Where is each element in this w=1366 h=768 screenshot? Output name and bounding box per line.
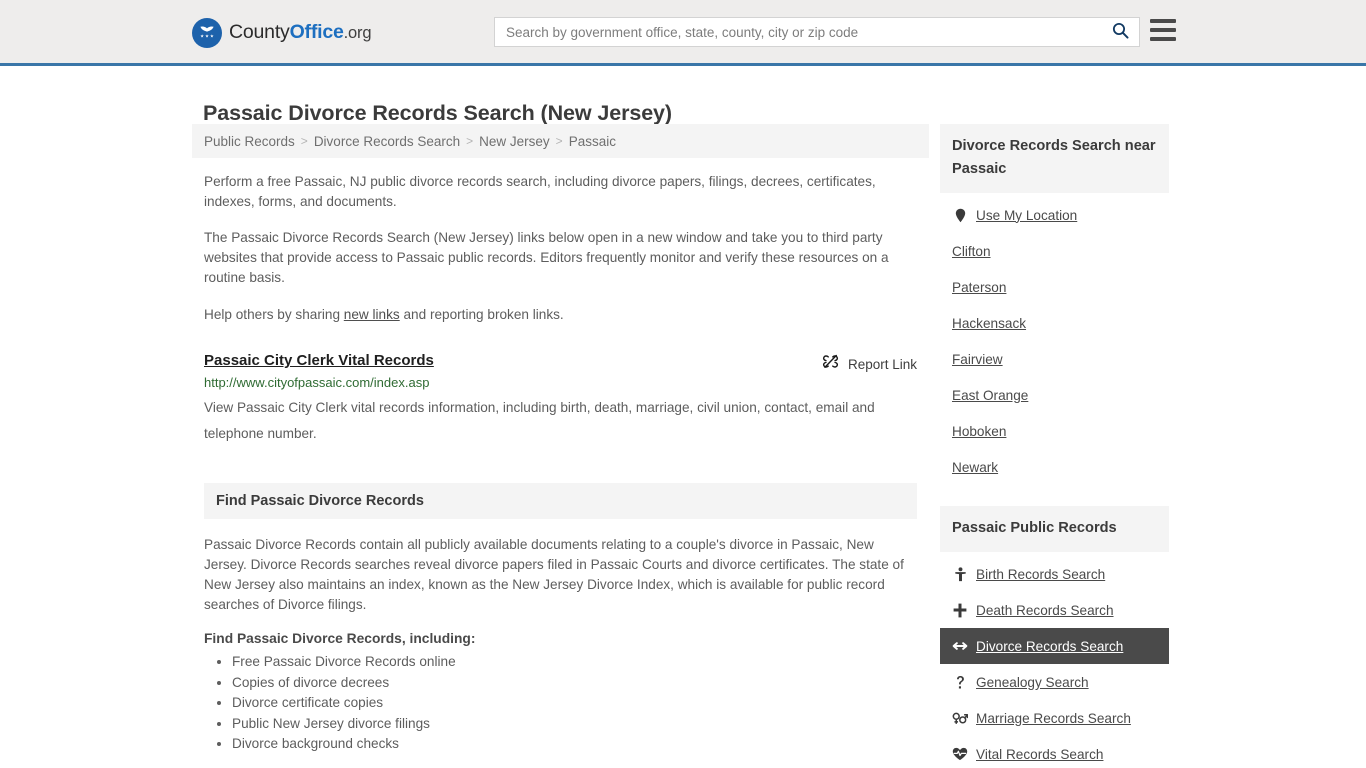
find-records-heading: Find Passaic Divorce Records xyxy=(204,483,917,519)
sidebar-item-use-my-location[interactable]: Use My Location xyxy=(940,197,1169,233)
sidebar-item-label: Marriage Records Search xyxy=(976,710,1131,726)
sidebar-item-newark[interactable]: Newark xyxy=(940,449,1169,485)
sidebar-public-records-list: Birth Records Search Death Records Searc… xyxy=(940,556,1169,768)
sidebar-nearby-heading: Divorce Records Search near Passaic xyxy=(940,124,1169,193)
gender-symbols-icon xyxy=(952,711,968,725)
sidebar: Divorce Records Search near Passaic Use … xyxy=(940,124,1169,768)
sidebar-item-label: Newark xyxy=(952,459,999,475)
search-bar[interactable] xyxy=(494,17,1140,47)
sidebar-item-hackensack[interactable]: Hackensack xyxy=(940,305,1169,341)
hamburger-bar xyxy=(1150,28,1176,32)
find-records-paragraph: Passaic Divorce Records contain all publ… xyxy=(204,537,904,612)
breadcrumb-separator-icon: > xyxy=(466,134,474,148)
site-logo-text: CountyOffice.org xyxy=(229,21,372,44)
list-item: Divorce background checks xyxy=(232,734,917,755)
sidebar-item-divorce-records-search[interactable]: Divorce Records Search xyxy=(940,628,1169,664)
breadcrumb-item-passaic: Passaic xyxy=(568,133,616,149)
search-input[interactable] xyxy=(495,18,1101,46)
list-item: Free Passaic Divorce Records online xyxy=(232,652,917,673)
map-pin-icon xyxy=(952,208,968,223)
hamburger-menu-icon[interactable] xyxy=(1150,19,1176,41)
search-icon xyxy=(1111,21,1130,43)
breadcrumb: Public Records > Divorce Records Search … xyxy=(192,124,929,158)
intro-paragraph: Perform a free Passaic, NJ public divorc… xyxy=(204,174,876,209)
new-links-link[interactable]: new links xyxy=(344,307,400,322)
result-description: View Passaic City Clerk vital records in… xyxy=(204,400,875,441)
sidebar-item-east-orange[interactable]: East Orange xyxy=(940,377,1169,413)
sidebar-item-label: Vital Records Search xyxy=(976,746,1104,762)
sidebar-item-clifton[interactable]: Clifton xyxy=(940,233,1169,269)
broken-link-icon xyxy=(822,353,839,375)
sidebar-item-label: Paterson xyxy=(952,279,1007,295)
sidebar-item-vital-records-search[interactable]: Vital Records Search xyxy=(940,736,1169,768)
sidebar-item-label: Use My Location xyxy=(976,207,1078,223)
secondary-paragraph: The Passaic Divorce Records Search (New … xyxy=(204,230,889,285)
brand-part-office: Office xyxy=(289,21,344,44)
heart-pulse-icon xyxy=(952,747,968,761)
report-link-label: Report Link xyxy=(847,356,917,372)
breadcrumb-item-divorce-records-search[interactable]: Divorce Records Search xyxy=(314,134,460,149)
help-suffix-text: and reporting broken links. xyxy=(399,307,564,322)
main-content: Public Records > Divorce Records Search … xyxy=(192,124,929,755)
sidebar-item-label: Hoboken xyxy=(952,423,1007,439)
breadcrumb-item-new-jersey[interactable]: New Jersey xyxy=(479,134,550,149)
sidebar-public-records-heading: Passaic Public Records xyxy=(940,506,1169,552)
sidebar-item-label: Clifton xyxy=(952,243,991,259)
brand-part-org: .org xyxy=(343,24,372,43)
baby-icon xyxy=(952,566,968,582)
sidebar-item-label: Death Records Search xyxy=(976,602,1114,618)
find-records-subheading: Find Passaic Divorce Records, including: xyxy=(204,631,476,646)
sidebar-item-death-records-search[interactable]: Death Records Search xyxy=(940,592,1169,628)
list-item: Copies of divorce decrees xyxy=(232,673,917,694)
list-item: Public New Jersey divorce filings xyxy=(232,714,917,735)
sidebar-nearby-list: Use My Location Clifton Paterson Hackens… xyxy=(940,197,1169,485)
find-records-bullet-list: Free Passaic Divorce Records online Copi… xyxy=(204,652,917,755)
report-link-button[interactable]: Report Link xyxy=(822,353,917,375)
hamburger-bar xyxy=(1150,37,1176,41)
help-paragraph: Help others by sharing new links and rep… xyxy=(204,305,917,325)
sidebar-item-label: Birth Records Search xyxy=(976,566,1106,582)
result-url-link[interactable]: http://www.cityofpassaic.com/index.asp xyxy=(204,375,917,390)
sidebar-item-paterson[interactable]: Paterson xyxy=(940,269,1169,305)
help-prefix-text: Help others by sharing xyxy=(204,307,344,322)
list-item: Divorce certificate copies xyxy=(232,693,917,714)
cross-icon xyxy=(952,603,968,618)
sidebar-item-label: Genealogy Search xyxy=(976,674,1089,690)
sidebar-item-hoboken[interactable]: Hoboken xyxy=(940,413,1169,449)
question-mark-icon xyxy=(952,675,968,690)
hamburger-bar xyxy=(1150,19,1176,23)
sidebar-item-label: Divorce Records Search xyxy=(976,638,1124,654)
page-title: Passaic Divorce Records Search (New Jers… xyxy=(203,101,672,126)
sidebar-item-birth-records-search[interactable]: Birth Records Search xyxy=(940,556,1169,592)
search-button[interactable] xyxy=(1101,18,1139,46)
site-logo-link[interactable]: CountyOffice.org xyxy=(192,18,372,48)
breadcrumb-item-public-records[interactable]: Public Records xyxy=(204,134,295,149)
sidebar-item-label: East Orange xyxy=(952,387,1029,403)
eagle-seal-logo-icon xyxy=(192,18,222,48)
sidebar-item-genealogy-search[interactable]: Genealogy Search xyxy=(940,664,1169,700)
sidebar-item-label: Hackensack xyxy=(952,315,1027,331)
sidebar-item-label: Fairview xyxy=(952,351,1003,367)
result-title-link[interactable]: Passaic City Clerk Vital Records xyxy=(204,352,434,369)
split-arrows-icon xyxy=(952,640,968,652)
sidebar-item-fairview[interactable]: Fairview xyxy=(940,341,1169,377)
breadcrumb-separator-icon: > xyxy=(555,134,563,148)
sidebar-item-marriage-records-search[interactable]: Marriage Records Search xyxy=(940,700,1169,736)
result-item: Passaic City Clerk Vital Records Report … xyxy=(204,352,917,447)
breadcrumb-separator-icon: > xyxy=(300,134,308,148)
site-header: CountyOffice.org xyxy=(0,0,1366,66)
brand-part-county: County xyxy=(229,21,290,44)
